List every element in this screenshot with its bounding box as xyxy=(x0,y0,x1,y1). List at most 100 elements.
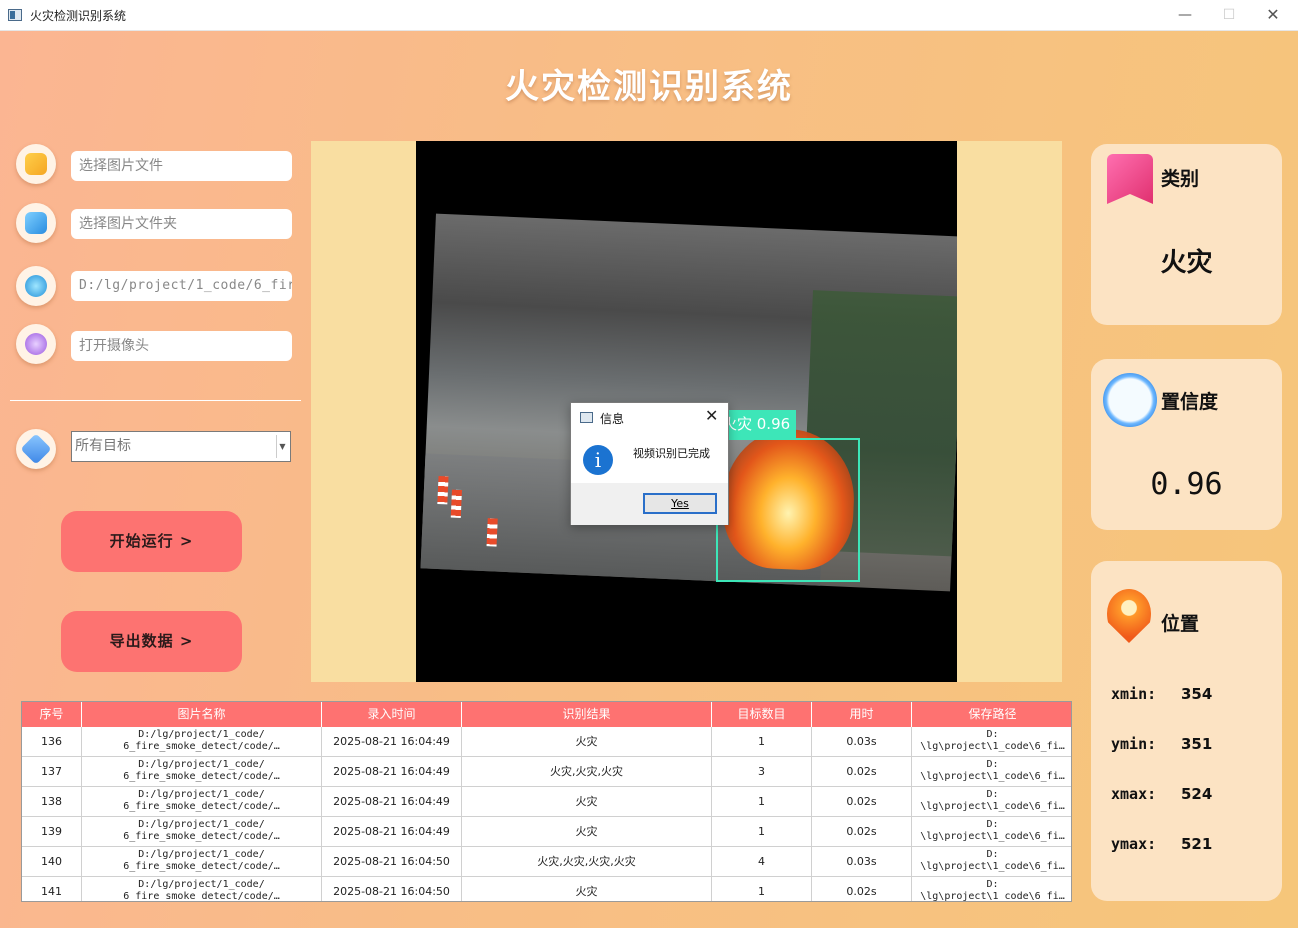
column-header[interactable]: 目标数目 xyxy=(712,702,812,727)
row-id-cell[interactable]: 141 xyxy=(22,877,82,901)
window-title: 火灾检测识别系统 xyxy=(30,9,127,23)
close-button[interactable]: ✕ xyxy=(1250,0,1296,30)
row-id-cell[interactable]: 138 xyxy=(22,787,82,817)
camera-icon[interactable] xyxy=(16,324,56,364)
dialog-close-icon[interactable]: ✕ xyxy=(705,406,718,425)
target-select-value: 所有目标 xyxy=(75,438,131,454)
cost-cell[interactable]: 0.02s xyxy=(812,817,912,847)
image-name-cell[interactable]: D:/lg/project/1_code/6_fire_smoke_detect… xyxy=(82,787,322,817)
cost-cell[interactable]: 0.02s xyxy=(812,787,912,817)
time-cell[interactable]: 2025-08-21 16:04:49 xyxy=(322,817,462,847)
count-cell[interactable]: 1 xyxy=(712,877,812,901)
info-dialog: 信息 ✕ i 视频识别已完成 Yes xyxy=(570,402,729,525)
result-cell[interactable]: 火灾 xyxy=(462,817,712,847)
table-row[interactable]: 137 D:/lg/project/1_code/6_fire_smoke_det… xyxy=(22,757,1071,787)
image-name-cell-line: 6_fire_smoke_detect/code/… xyxy=(123,771,280,782)
time-cell[interactable]: 2025-08-21 16:04:49 xyxy=(322,757,462,787)
count-cell[interactable]: 1 xyxy=(712,787,812,817)
yes-button[interactable]: Yes xyxy=(643,493,717,514)
image-file-icon[interactable] xyxy=(16,144,56,184)
image-folder-input[interactable]: 选择图片文件夹 xyxy=(71,209,292,239)
start-button[interactable]: 开始运行 > xyxy=(61,511,242,572)
traffic-cone xyxy=(486,518,498,547)
save-path-cell[interactable]: D: \lg\project\1_code\6_fi… xyxy=(912,727,1071,757)
table-row[interactable]: 138 D:/lg/project/1_code/6_fire_smoke_det… xyxy=(22,787,1071,817)
table-row[interactable]: 140 D:/lg/project/1_code/6_fire_smoke_det… xyxy=(22,847,1071,877)
xmax-row: xmax: 524 xyxy=(1111,785,1212,803)
image-folder-icon[interactable] xyxy=(16,203,56,243)
category-title: 类别 xyxy=(1161,168,1200,190)
save-path-cell[interactable]: D: \lg\project\1_code\6_fi… xyxy=(912,877,1071,901)
image-name-cell-line: 6_fire_smoke_detect/code/… xyxy=(123,861,280,872)
confidence-card: 置信度 0.96 xyxy=(1091,359,1282,530)
result-cell[interactable]: 火灾 xyxy=(462,787,712,817)
table-header: 序号 图片名称 录入时间 识别结果 目标数目 用时 保存路径 xyxy=(22,702,1071,727)
save-path-cell[interactable]: D: \lg\project\1_code\6_fi… xyxy=(912,787,1071,817)
time-cell[interactable]: 2025-08-21 16:04:49 xyxy=(322,727,462,757)
target-select[interactable]: 所有目标 ▼ xyxy=(71,431,291,462)
image-name-cell[interactable]: D:/lg/project/1_code/6_fire_smoke_detect… xyxy=(82,757,322,787)
ymin-value: 351 xyxy=(1181,735,1213,753)
row-id-cell[interactable]: 140 xyxy=(22,847,82,877)
column-header[interactable]: 用时 xyxy=(812,702,912,727)
confidence-value: 0.96 xyxy=(1150,467,1223,502)
xmax-value: 524 xyxy=(1181,785,1213,803)
ymax-label: ymax: xyxy=(1111,835,1157,853)
count-cell[interactable]: 1 xyxy=(712,817,812,847)
count-cell[interactable]: 4 xyxy=(712,847,812,877)
result-cell[interactable]: 火灾,火灾,火灾 xyxy=(462,757,712,787)
maximize-button[interactable]: ☐ xyxy=(1206,0,1252,30)
result-cell[interactable]: 火灾 xyxy=(462,877,712,901)
position-card: 位置 xmin: 354 ymin: 351 xmax: 524 ymax: 5… xyxy=(1091,561,1282,901)
cost-cell[interactable]: 0.02s xyxy=(812,877,912,901)
column-header[interactable]: 保存路径 xyxy=(912,702,1071,727)
minimize-button[interactable]: — xyxy=(1162,0,1208,30)
dialog-app-icon xyxy=(580,412,593,423)
count-cell[interactable]: 1 xyxy=(712,727,812,757)
results-table[interactable]: 序号 图片名称 录入时间 识别结果 目标数目 用时 保存路径 136 D:/lg/… xyxy=(21,701,1072,902)
table-row[interactable]: 141 D:/lg/project/1_code/6_fire_smoke_det… xyxy=(22,877,1071,901)
image-name-cell[interactable]: D:/lg/project/1_code/6_fire_smoke_detect… xyxy=(82,877,322,901)
dialog-message: 视频识别已完成 xyxy=(633,447,710,460)
column-header[interactable]: 录入时间 xyxy=(322,702,462,727)
column-header[interactable]: 图片名称 xyxy=(82,702,322,727)
save-path-cell[interactable]: D: \lg\project\1_code\6_fi… xyxy=(912,847,1071,877)
gauge-icon xyxy=(1103,373,1157,427)
cost-cell[interactable]: 0.03s xyxy=(812,727,912,757)
time-cell[interactable]: 2025-08-21 16:04:50 xyxy=(322,877,462,901)
image-name-cell[interactable]: D:/lg/project/1_code/6_fire_smoke_detect… xyxy=(82,727,322,757)
camera-input[interactable]: 打开摄像头 xyxy=(71,331,292,361)
page-title: 火灾检测识别系统 xyxy=(505,67,793,107)
time-cell[interactable]: 2025-08-21 16:04:49 xyxy=(322,787,462,817)
image-name-cell-line: D:/lg/project/1_code/ xyxy=(138,879,265,890)
image-name-cell-line: 6_fire_smoke_detect/code/… xyxy=(123,831,280,842)
cost-cell[interactable]: 0.03s xyxy=(812,847,912,877)
save-path-cell-line: D: xyxy=(986,729,999,740)
app-icon xyxy=(8,9,22,21)
image-name-cell[interactable]: D:/lg/project/1_code/6_fire_smoke_detect… xyxy=(82,817,322,847)
time-cell[interactable]: 2025-08-21 16:04:50 xyxy=(322,847,462,877)
result-cell[interactable]: 火灾,火灾,火灾,火灾 xyxy=(462,847,712,877)
column-header[interactable]: 序号 xyxy=(22,702,82,727)
row-id-cell[interactable]: 137 xyxy=(22,757,82,787)
video-file-icon[interactable] xyxy=(16,266,56,306)
column-header[interactable]: 识别结果 xyxy=(462,702,712,727)
chevron-down-icon[interactable]: ▼ xyxy=(276,435,288,458)
ymax-value: 521 xyxy=(1181,835,1213,853)
table-row[interactable]: 136 D:/lg/project/1_code/6_fire_smoke_det… xyxy=(22,727,1071,757)
row-id-cell[interactable]: 139 xyxy=(22,817,82,847)
xmin-label: xmin: xyxy=(1111,685,1157,703)
save-path-cell[interactable]: D: \lg\project\1_code\6_fi… xyxy=(912,757,1071,787)
detection-bbox xyxy=(716,438,860,582)
count-cell[interactable]: 3 xyxy=(712,757,812,787)
row-id-cell[interactable]: 136 xyxy=(22,727,82,757)
video-path-input[interactable]: D:/lg/project/1_code/6_fire xyxy=(71,271,292,301)
image-file-input[interactable]: 选择图片文件 xyxy=(71,151,292,181)
save-path-cell[interactable]: D: \lg\project\1_code\6_fi… xyxy=(912,817,1071,847)
image-name-cell-line: D:/lg/project/1_code/ xyxy=(138,759,265,770)
table-row[interactable]: 139 D:/lg/project/1_code/6_fire_smoke_det… xyxy=(22,817,1071,847)
image-name-cell[interactable]: D:/lg/project/1_code/6_fire_smoke_detect… xyxy=(82,847,322,877)
export-button[interactable]: 导出数据 > xyxy=(61,611,242,672)
cost-cell[interactable]: 0.02s xyxy=(812,757,912,787)
result-cell[interactable]: 火灾 xyxy=(462,727,712,757)
